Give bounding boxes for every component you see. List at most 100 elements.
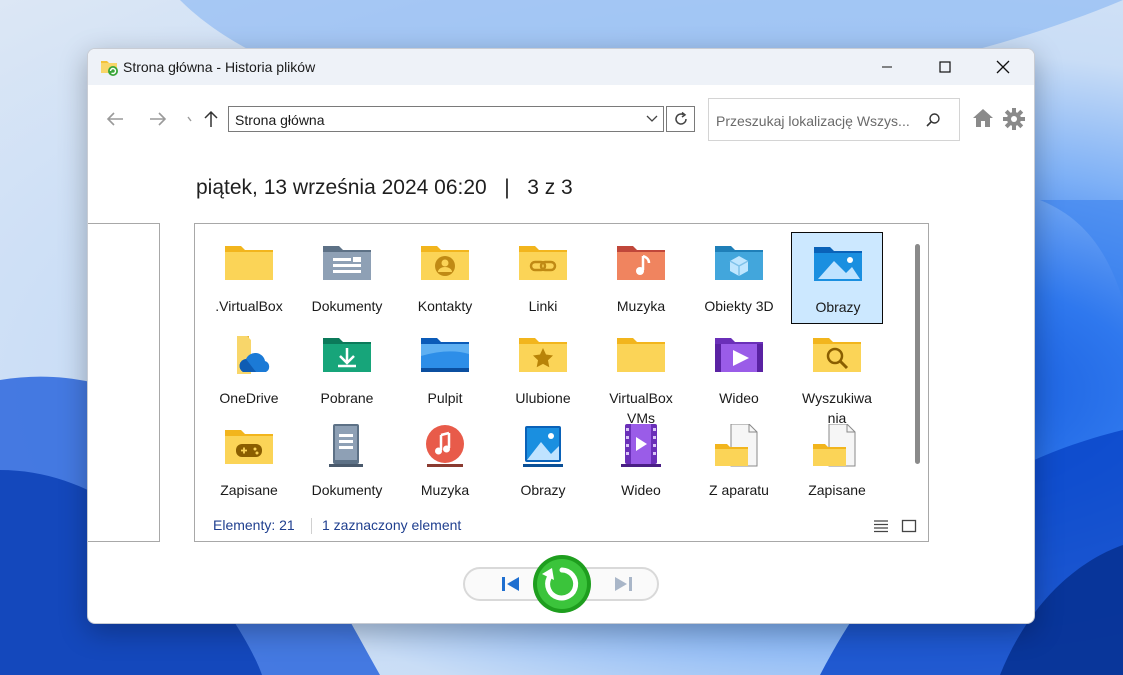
file-item-label: Wideo: [621, 482, 661, 498]
next-version-button[interactable]: [598, 572, 648, 596]
file-item-label: Pobrane: [320, 390, 374, 406]
restore-icon: [533, 555, 591, 613]
documents-library-icon: [329, 424, 363, 467]
details-view-icon[interactable]: [873, 519, 889, 533]
file-item-label: Zapisane: [220, 482, 278, 498]
chevron-down-icon: [187, 116, 192, 122]
back-button[interactable]: [101, 109, 129, 129]
file-item-label: Ulubione: [515, 390, 571, 406]
large-icons-view-icon[interactable]: [901, 519, 917, 533]
address-text: Strona główna: [235, 112, 325, 128]
file-item-label: OneDrive: [219, 390, 279, 406]
onedrive-folder-icon: [237, 336, 270, 374]
saved-games-folder-icon: [225, 430, 273, 464]
close-icon: [996, 60, 1010, 74]
home-icon[interactable]: [972, 108, 994, 128]
file-item[interactable]: Pulpit: [399, 324, 491, 416]
scrollbar-thumb[interactable]: [915, 244, 920, 464]
file-item[interactable]: Muzyka: [595, 232, 687, 324]
file-item[interactable]: Obrazy: [497, 416, 589, 508]
search-box[interactable]: [708, 98, 960, 141]
snapshot-position: 3 z 3: [527, 176, 573, 199]
recent-locations-button[interactable]: [184, 109, 198, 129]
favorites-folder-icon: [519, 338, 567, 372]
snapshot-date: piątek, 13 września 2024 06:20: [196, 176, 487, 199]
address-bar[interactable]: Strona główna: [228, 106, 664, 132]
minimize-icon: [882, 66, 892, 68]
file-item[interactable]: Dokumenty: [301, 232, 393, 324]
file-item[interactable]: Muzyka: [399, 416, 491, 508]
desktop-folder-icon: [421, 338, 469, 372]
file-item-label: Pulpit: [427, 390, 463, 406]
file-item-label: Obrazy: [815, 299, 861, 315]
file-item[interactable]: Obiekty 3D: [693, 232, 785, 324]
file-item[interactable]: Wyszukiwania: [791, 324, 883, 426]
gear-icon[interactable]: [1003, 108, 1025, 130]
snapshot-date-label: piątek, 13 września 2024 06:20 | 3 z 3: [196, 176, 573, 200]
arrow-left-icon: [106, 112, 123, 126]
folder-icon: [617, 338, 665, 372]
maximize-icon: [939, 61, 951, 73]
file-item-label: Muzyka: [616, 298, 666, 314]
file-item-label: Kontakty: [417, 298, 473, 314]
file-item[interactable]: Wideo: [595, 416, 687, 508]
file-grid: .VirtualBox Dokumenty Kontakty Linki Muzyka O…: [203, 232, 909, 510]
file-item-label: Dokumenty: [311, 298, 383, 314]
restore-button[interactable]: [532, 554, 592, 614]
file-item-label: Zapisane: [808, 482, 866, 498]
file-item-label: Obrazy: [520, 482, 566, 498]
links-folder-icon: [519, 246, 567, 280]
searches-folder-icon: [813, 338, 861, 372]
file-item-label: Z aparatu: [709, 482, 769, 498]
refresh-button[interactable]: [666, 106, 695, 132]
file-item[interactable]: VirtualBox VMs: [595, 324, 687, 426]
chevron-down-icon[interactable]: [645, 113, 659, 125]
folder-icon: [225, 246, 273, 280]
file-item-label: Obiekty 3D: [704, 298, 774, 314]
file-item[interactable]: Pobrane: [301, 324, 393, 416]
maximize-button[interactable]: [916, 49, 974, 85]
file-item[interactable]: .VirtualBox: [203, 232, 295, 324]
downloads-folder-icon: [323, 338, 371, 372]
skip-forward-icon: [615, 577, 632, 591]
forward-button[interactable]: [144, 109, 172, 129]
item-count: Elementy: 21: [213, 517, 295, 533]
previous-snapshot-panel[interactable]: [88, 223, 160, 542]
file-browser: .VirtualBox Dokumenty Kontakty Linki Muzyka O…: [194, 223, 929, 542]
window-title: Strona główna - Historia plików: [123, 59, 316, 75]
file-history-window: Strona główna - Historia plików Strona g…: [87, 48, 1035, 624]
saved-pictures-icon: [813, 424, 856, 467]
close-button[interactable]: [974, 49, 1032, 85]
file-item-label: Dokumenty: [311, 482, 383, 498]
file-item[interactable]: Z aparatu: [693, 416, 785, 508]
arrow-up-icon: [204, 110, 218, 127]
file-item[interactable]: Zapisane: [203, 416, 295, 508]
status-divider: [311, 518, 312, 534]
3d-objects-folder-icon: [715, 246, 763, 280]
up-button[interactable]: [198, 109, 224, 129]
file-item[interactable]: Kontakty: [399, 232, 491, 324]
file-item[interactable]: Linki: [497, 232, 589, 324]
minimize-button[interactable]: [858, 49, 916, 85]
search-input[interactable]: [714, 111, 923, 131]
contacts-folder-icon: [421, 246, 469, 280]
vertical-scrollbar[interactable]: [912, 234, 922, 502]
pictures-folder-icon: [814, 247, 862, 281]
search-icon[interactable]: [925, 112, 941, 128]
file-item[interactable]: Zapisane: [791, 416, 883, 508]
title-bar: Strona główna - Historia plików: [88, 49, 1034, 85]
file-item-label: .VirtualBox: [215, 298, 283, 314]
file-item-label: Muzyka: [420, 482, 470, 498]
file-item[interactable]: Ulubione: [497, 324, 589, 416]
arrow-right-icon: [150, 112, 167, 126]
file-item[interactable]: Obrazy: [791, 232, 883, 324]
selection-count: 1 zaznaczony element: [322, 517, 462, 533]
status-bar: Elementy: 21 1 zaznaczony element: [195, 514, 928, 540]
previous-version-button[interactable]: [486, 572, 536, 596]
videos-folder-icon: [715, 338, 763, 372]
file-item-label: Wideo: [719, 390, 759, 406]
snapshot-separator: |: [504, 176, 510, 199]
file-item[interactable]: OneDrive: [203, 324, 295, 416]
file-item[interactable]: Wideo: [693, 324, 785, 416]
file-item[interactable]: Dokumenty: [301, 416, 393, 508]
